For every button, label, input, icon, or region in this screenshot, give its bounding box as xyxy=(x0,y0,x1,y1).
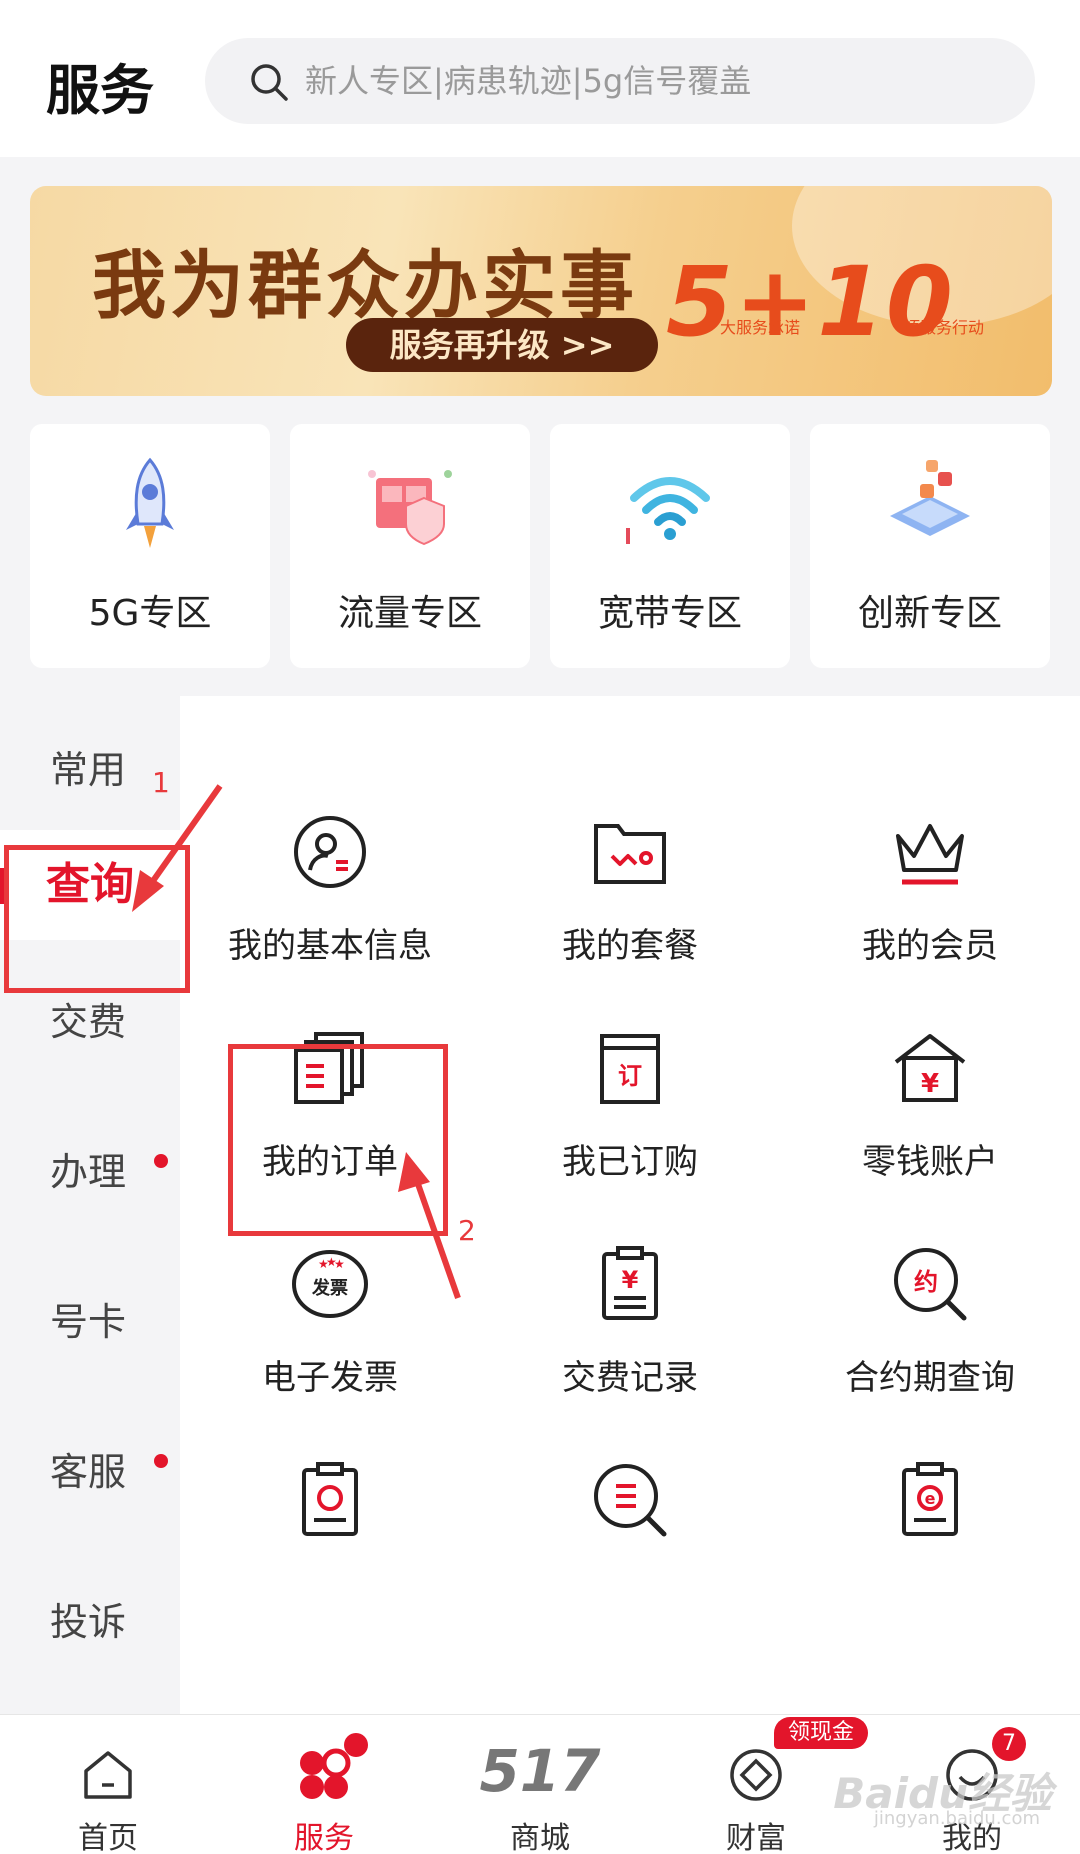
grid-item-subscribed[interactable]: 订 我已订购 xyxy=(480,1028,780,1228)
mall-517-logo: 517 xyxy=(479,1737,601,1805)
subscribed-icon-text: 订 xyxy=(618,1062,642,1090)
profile-count-badge: 7 xyxy=(992,1727,1026,1761)
banner-title: 我为群众办实事 xyxy=(92,243,638,329)
wifi-icon xyxy=(626,477,710,544)
wealth-badge: 领现金 xyxy=(774,1717,869,1749)
search-bar[interactable]: 新人专区|病患轨迹|5g信号覆盖 xyxy=(205,38,1035,124)
zone-label: 宽带专区 xyxy=(597,593,742,634)
category-item-number-card[interactable]: 号卡 xyxy=(0,1282,180,1362)
e-invoice-icon-text: e xyxy=(925,1489,936,1508)
zone-card-data[interactable]: 流量专区 xyxy=(290,424,530,668)
category-item-complaint[interactable]: 投诉 xyxy=(0,1582,180,1662)
grid-item-wallet[interactable]: ¥ 零钱账户 xyxy=(780,1028,1080,1228)
annotation-number-2: 2 xyxy=(458,1214,476,1247)
category-item-payment[interactable]: 交费 xyxy=(0,982,180,1062)
zone-card-5g[interactable]: 5G专区 xyxy=(30,424,270,668)
data-box-icon xyxy=(368,470,452,546)
grid-item-row4-3[interactable]: e xyxy=(780,1460,1080,1660)
zone-label: 5G专区 xyxy=(88,593,212,634)
header: 服务 新人专区|病患轨迹|5g信号覆盖 xyxy=(0,0,1080,157)
search-placeholder: 新人专区|病患轨迹|5g信号覆盖 xyxy=(305,62,752,100)
payment-icon-text: ¥ xyxy=(622,1266,639,1294)
tab-label: 首页 xyxy=(78,1821,138,1854)
category-label: 常用 xyxy=(50,748,127,792)
zone-label: 创新专区 xyxy=(857,593,1002,634)
zone-card-broadband[interactable]: 宽带专区 xyxy=(550,424,790,668)
tab-label: 服务 xyxy=(294,1821,354,1854)
subscribed-icon: 订 xyxy=(600,1034,660,1104)
promo-banner[interactable]: 我为群众办实事 服务再升级 >> 5+10 大服务承诺 项服务行动 xyxy=(30,186,1052,396)
category-label: 办理 xyxy=(50,1150,127,1194)
notification-dot xyxy=(154,1154,168,1168)
banner-sub-1: 大服务承诺 xyxy=(720,318,801,337)
grid-item-payment-records[interactable]: ¥ 交费记录 xyxy=(480,1244,780,1444)
category-label: 投诉 xyxy=(50,1600,127,1644)
tab-service[interactable]: 服务 xyxy=(216,1715,432,1854)
page-title: 服务 xyxy=(46,59,154,122)
annotation-number-1: 1 xyxy=(152,766,170,799)
banner-numbers: 5+10 xyxy=(666,246,955,358)
grid-item-my-plan[interactable]: 我的套餐 xyxy=(480,812,780,1012)
svg-text:★: ★ xyxy=(334,1257,345,1271)
plan-folder-icon xyxy=(594,824,666,884)
user-info-icon xyxy=(294,816,366,888)
zone-label: 流量专区 xyxy=(337,593,482,634)
tab-label: 商城 xyxy=(510,1821,570,1854)
grid-item-membership[interactable]: 我的会员 xyxy=(780,812,1080,1012)
banner-button[interactable]: 服务再升级 >> xyxy=(346,318,658,372)
grid-label: 我已订购 xyxy=(562,1142,698,1182)
tab-mall[interactable]: 517 商城 xyxy=(432,1715,648,1854)
wallet-house-icon: ¥ xyxy=(894,1034,966,1102)
rocket-icon xyxy=(126,457,174,548)
category-label: 交费 xyxy=(50,1000,127,1044)
clipboard-refresh-icon xyxy=(302,1462,358,1536)
crown-icon xyxy=(896,824,964,885)
grid-item-row4-1[interactable] xyxy=(180,1460,480,1660)
grid-item-contract-query[interactable]: 约 合约期查询 xyxy=(780,1244,1080,1444)
service-icon xyxy=(300,1748,351,1799)
grid-label: 合约期查询 xyxy=(845,1358,1015,1398)
grid-label: 零钱账户 xyxy=(862,1142,998,1182)
clipboard-e-icon: e xyxy=(902,1462,958,1536)
annotation-box-2 xyxy=(228,1044,448,1236)
invoice-icon: ★ ★ ★ 发票 xyxy=(292,1250,368,1318)
contract-search-icon: 约 xyxy=(894,1248,967,1321)
wealth-icon xyxy=(730,1749,782,1801)
invoice-icon-text: 发票 xyxy=(311,1277,348,1299)
search-list-icon xyxy=(594,1464,667,1537)
grid-label: 我的基本信息 xyxy=(228,926,432,966)
annotation-box-1 xyxy=(4,845,190,993)
wallet-icon-text: ¥ xyxy=(921,1069,939,1099)
tab-home[interactable]: 首页 xyxy=(0,1715,216,1854)
banner-sub-2: 项服务行动 xyxy=(904,318,985,337)
service-notification-dot xyxy=(344,1733,368,1757)
payment-record-icon: ¥ xyxy=(602,1246,658,1320)
grid-label: 我的套餐 xyxy=(562,926,698,966)
grid-item-basic-info[interactable]: 我的基本信息 xyxy=(180,812,480,1012)
grid-label: 交费记录 xyxy=(562,1358,698,1398)
tab-label: 财富 xyxy=(726,1821,786,1854)
category-label: 客服 xyxy=(50,1450,127,1494)
zone-card-innovation[interactable]: 创新专区 xyxy=(810,424,1050,668)
home-icon xyxy=(84,1751,132,1799)
zone-cards: 5G专区 流量专区 宽带专区 创新专区 xyxy=(30,424,1052,668)
search-icon xyxy=(251,64,288,101)
tab-wealth[interactable]: 领现金 财富 xyxy=(648,1715,869,1854)
watermark-sub: jingyan.baidu.com xyxy=(873,1808,1040,1829)
category-label: 号卡 xyxy=(50,1300,127,1344)
category-item-handle[interactable]: 办理 xyxy=(0,1132,180,1212)
notification-dot xyxy=(154,1454,168,1468)
grid-label: 电子发票 xyxy=(262,1358,398,1398)
contract-icon-text: 约 xyxy=(914,1268,938,1296)
grid-label: 我的会员 xyxy=(862,926,998,966)
category-item-service[interactable]: 客服 xyxy=(0,1432,180,1512)
grid-item-row4-2[interactable] xyxy=(480,1460,780,1660)
grid-item-e-invoice[interactable]: ★ ★ ★ 发票 电子发票 xyxy=(180,1244,480,1444)
innovation-icon xyxy=(890,460,970,536)
